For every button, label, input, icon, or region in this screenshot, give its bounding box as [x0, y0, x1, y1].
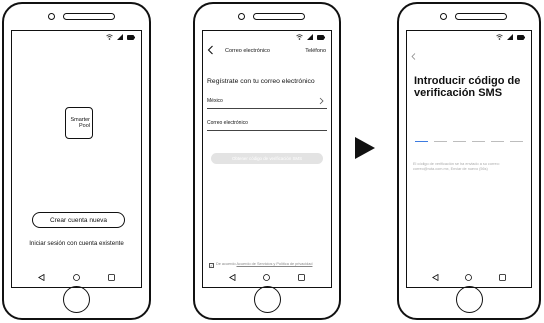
tab-email[interactable]: Correo electrónico: [225, 48, 270, 54]
email-field[interactable]: Correo electrónico: [207, 118, 327, 131]
terms-text: De acuerdo: [216, 262, 237, 266]
back-triangle-icon[interactable]: [228, 274, 236, 281]
back-triangle-icon[interactable]: [38, 274, 45, 281]
phone-sms-verify: Introducir código de verificación SMS El…: [397, 2, 541, 320]
terms-link[interactable]: Acuerdo de Servicios y Política de priva…: [236, 262, 312, 266]
app-logo: Smarter Pool: [65, 107, 93, 139]
terms-agreement: ✓ De acuerdo Acuerdo de Servicios y Polí…: [209, 262, 327, 268]
battery-icon: [317, 34, 325, 40]
android-navbar: [12, 274, 141, 281]
back-triangle-icon[interactable]: [432, 274, 439, 281]
signup-header: Correo electrónico Teléfono: [203, 45, 331, 59]
email-field-label: Correo electrónico: [207, 120, 248, 126]
status-bar: [496, 34, 525, 40]
wifi-icon: [296, 34, 303, 40]
logo-text-line2: Pool: [78, 123, 90, 129]
wifi-icon: [106, 34, 113, 40]
battery-icon: [127, 34, 135, 40]
code-sent-info: El código de verificación se ha enviado …: [413, 162, 500, 172]
android-navbar: [407, 274, 531, 281]
battery-icon: [517, 34, 525, 40]
code-slot[interactable]: [415, 141, 428, 142]
phone-email-signup: Correo electrónico Teléfono Regístrate c…: [193, 2, 341, 320]
code-slot[interactable]: [472, 141, 485, 142]
home-button[interactable]: [254, 286, 281, 313]
phone-welcome: Smarter Pool Crear cuenta nueva Iniciar …: [2, 2, 151, 320]
screen-welcome: Smarter Pool Crear cuenta nueva Iniciar …: [11, 30, 142, 288]
home-button[interactable]: [456, 286, 483, 313]
home-button[interactable]: [63, 286, 90, 313]
chevron-right-icon: [319, 97, 324, 105]
get-code-button[interactable]: Obtener código de verificación SMS: [211, 153, 323, 164]
recents-square-icon[interactable]: [498, 274, 506, 281]
code-slot[interactable]: [453, 141, 466, 142]
tab-phone[interactable]: Teléfono: [305, 48, 326, 54]
back-chevron-icon[interactable]: [411, 53, 416, 60]
recents-square-icon[interactable]: [108, 274, 115, 281]
signal-icon: [307, 34, 313, 40]
home-circle-icon[interactable]: [465, 274, 473, 281]
screen-email-signup: Correo electrónico Teléfono Regístrate c…: [202, 30, 332, 288]
speaker-icon: [455, 13, 507, 20]
home-circle-icon[interactable]: [73, 274, 80, 281]
screen-sms-verify: Introducir código de verificación SMS El…: [406, 30, 532, 288]
wifi-icon: [496, 34, 503, 40]
country-value: México: [207, 98, 223, 104]
signal-icon: [507, 34, 513, 40]
camera-icon: [48, 13, 55, 20]
android-navbar: [203, 274, 331, 281]
speaker-icon: [253, 13, 305, 20]
camera-icon: [238, 13, 245, 20]
status-bar: [106, 34, 135, 40]
speaker-icon: [63, 13, 115, 20]
code-input[interactable]: [415, 141, 523, 142]
signal-icon: [117, 34, 123, 40]
create-account-button[interactable]: Crear cuenta nueva: [32, 212, 125, 228]
back-chevron-icon[interactable]: [207, 45, 214, 55]
login-existing-link[interactable]: Iniciar sesión con cuenta existente: [22, 240, 131, 248]
page-title: Introducir código de verificación SMS: [414, 75, 521, 99]
camera-icon: [440, 13, 447, 20]
country-select[interactable]: México: [207, 96, 327, 109]
page-title: Regístrate con tu correo electrónico: [207, 78, 315, 85]
home-circle-icon[interactable]: [263, 274, 271, 281]
status-bar: [296, 34, 325, 40]
code-slot[interactable]: [434, 141, 447, 142]
recents-square-icon[interactable]: [298, 274, 306, 281]
code-slot[interactable]: [491, 141, 504, 142]
code-slot[interactable]: [510, 141, 523, 142]
play-arrow-icon: [355, 137, 375, 159]
terms-checkbox[interactable]: ✓: [209, 262, 214, 268]
